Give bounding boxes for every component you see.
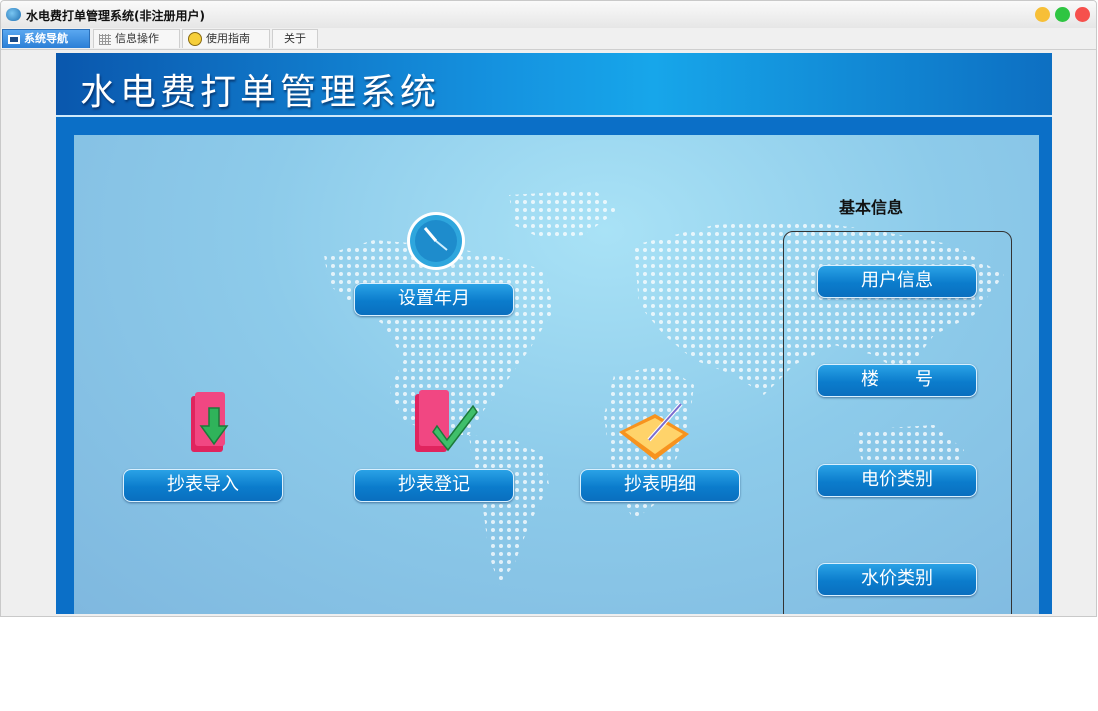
- close-button[interactable]: [1075, 7, 1090, 22]
- detail-folder-icon[interactable]: [615, 398, 693, 468]
- tab-system-nav[interactable]: 系统导航: [2, 29, 90, 48]
- water-price-type-button[interactable]: 水价类别: [817, 563, 977, 596]
- window-title: 水电费打单管理系统(非注册用户): [26, 9, 205, 23]
- tab-label: 信息操作: [115, 32, 159, 45]
- set-month-button[interactable]: 设置年月: [354, 283, 514, 316]
- maximize-button[interactable]: [1055, 7, 1070, 22]
- register-folder-icon[interactable]: [411, 388, 481, 462]
- header-divider: [56, 115, 1052, 117]
- minimize-button[interactable]: [1035, 7, 1050, 22]
- header-banner: 水电费打单管理系统: [56, 53, 1052, 115]
- detail-button[interactable]: 抄表明细: [580, 469, 740, 502]
- clock-icon: [188, 32, 202, 46]
- register-button[interactable]: 抄表登记: [354, 469, 514, 502]
- tab-bar: 系统导航 信息操作 使用指南 关于: [1, 28, 1096, 50]
- page-title: 水电费打单管理系统: [80, 72, 441, 113]
- tab-info-ops[interactable]: 信息操作: [93, 29, 180, 48]
- tab-label: 使用指南: [206, 32, 250, 45]
- import-button[interactable]: 抄表导入: [123, 469, 283, 502]
- sidebar-title: 基本信息: [839, 198, 904, 217]
- app-logo-icon: [6, 8, 21, 21]
- building-number-button[interactable]: 楼 号: [817, 364, 977, 397]
- navigation-panel: 水电费打单管理系统 设置年月 抄表导入 抄表登记 抄表明细 基本信息 用户信息 …: [56, 53, 1052, 614]
- clock-icon[interactable]: [405, 210, 467, 276]
- tab-label: 关于: [284, 32, 306, 45]
- electric-price-type-button[interactable]: 电价类别: [817, 464, 977, 497]
- world-map-background: 设置年月 抄表导入 抄表登记 抄表明细 基本信息 用户信息 楼 号 电价类别 水…: [74, 135, 1039, 614]
- grid-icon: [99, 33, 111, 45]
- tab-about[interactable]: 关于: [272, 29, 318, 48]
- import-folder-icon[interactable]: [185, 390, 247, 462]
- title-bar: 水电费打单管理系统(非注册用户): [1, 1, 1096, 29]
- user-info-button[interactable]: 用户信息: [817, 265, 977, 298]
- tab-guide[interactable]: 使用指南: [182, 29, 270, 48]
- tab-label: 系统导航: [24, 32, 68, 45]
- monitor-icon: [8, 34, 20, 44]
- app-window: 水电费打单管理系统(非注册用户) 系统导航 信息操作 使用指南 关于 水电费打单…: [0, 0, 1097, 617]
